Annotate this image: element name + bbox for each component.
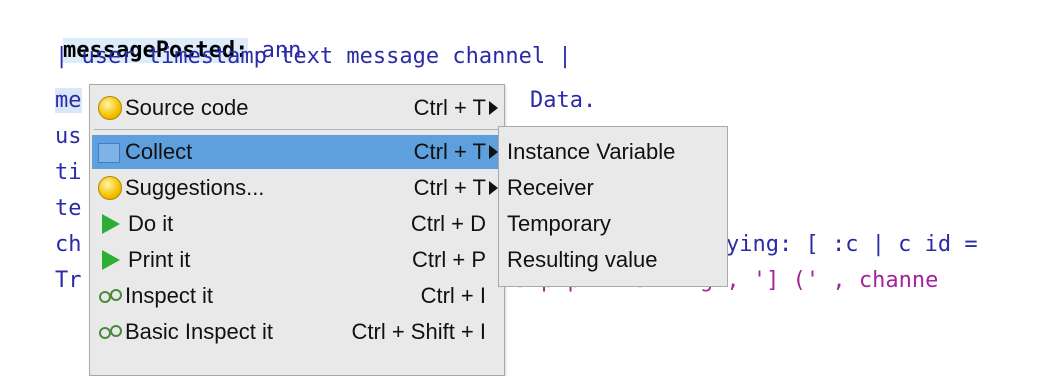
menu-item-shortcut: Ctrl + Shift + I <box>351 319 487 344</box>
method-signature: messagePosted: ann <box>10 6 301 63</box>
menu-item-label: Suggestions... <box>125 175 265 200</box>
temporaries-line: | user timestamp text message channel | <box>55 44 572 69</box>
code-line-8: Tr <box>55 268 82 293</box>
menu-separator <box>94 129 498 130</box>
menu-item-shortcut: Ctrl + T <box>413 95 486 120</box>
menu-item-suggestions[interactable]: Suggestions... Ctrl + T <box>92 171 500 205</box>
menu-item-inspect-it[interactable]: Inspect it Ctrl + I <box>92 279 500 313</box>
menu-item-label: Collect <box>125 139 193 164</box>
smiley-icon <box>98 176 122 200</box>
menu-item-label: Inspect it <box>125 283 214 308</box>
glasses-icon <box>98 321 124 345</box>
code-line-3-suffix: Data. <box>530 88 597 113</box>
menu-item-do-it[interactable]: Do it Ctrl + D <box>92 207 500 241</box>
code-line-3: me <box>55 86 82 116</box>
play-icon <box>102 214 120 234</box>
context-menu: Source code Ctrl + T Collect Ctrl + T Su… <box>89 84 505 376</box>
menu-item-shortcut: Ctrl + D <box>410 211 486 236</box>
smiley-icon <box>98 96 122 120</box>
code-line-7-suffix: ying: [ :c | c id = <box>726 232 978 257</box>
menu-item-label: Source code <box>125 95 249 120</box>
menu-item-shortcut: Ctrl + T <box>413 175 486 200</box>
submenu-item-resulting-value[interactable]: Resulting value <box>507 247 657 273</box>
code-line-7: ch <box>55 232 82 257</box>
menu-item-label: Do it <box>128 211 174 236</box>
menu-item-label: Basic Inspect it <box>125 319 273 344</box>
submenu-arrow-icon <box>489 181 498 195</box>
submenu-item-instance-variable[interactable]: Instance Variable <box>507 139 675 165</box>
code-line-4: us <box>55 124 82 149</box>
collect-icon <box>98 143 120 163</box>
menu-item-shortcut: Ctrl + T <box>413 139 486 164</box>
code-line-6: te <box>55 196 82 221</box>
submenu-arrow-icon <box>489 101 498 115</box>
submenu-arrow-icon <box>489 145 498 159</box>
menu-item-source-code[interactable]: Source code Ctrl + T <box>92 91 500 125</box>
menu-item-shortcut: Ctrl + P <box>412 247 486 272</box>
menu-item-collect[interactable]: Collect Ctrl + T <box>92 135 500 169</box>
submenu-item-temporary[interactable]: Temporary <box>507 211 611 237</box>
code-line-5: ti <box>55 160 82 185</box>
menu-item-print-it[interactable]: Print it Ctrl + P <box>92 243 500 277</box>
collect-submenu: Instance Variable Receiver Temporary Res… <box>498 126 728 287</box>
submenu-item-receiver[interactable]: Receiver <box>507 175 594 201</box>
glasses-icon <box>98 285 124 309</box>
menu-item-basic-inspect-it[interactable]: Basic Inspect it Ctrl + Shift + I <box>92 315 500 349</box>
menu-item-label: Print it <box>128 247 191 272</box>
menu-item-shortcut: Ctrl + I <box>420 283 486 308</box>
play-icon <box>102 250 120 270</box>
code-line-3-prefix: me <box>55 88 82 113</box>
